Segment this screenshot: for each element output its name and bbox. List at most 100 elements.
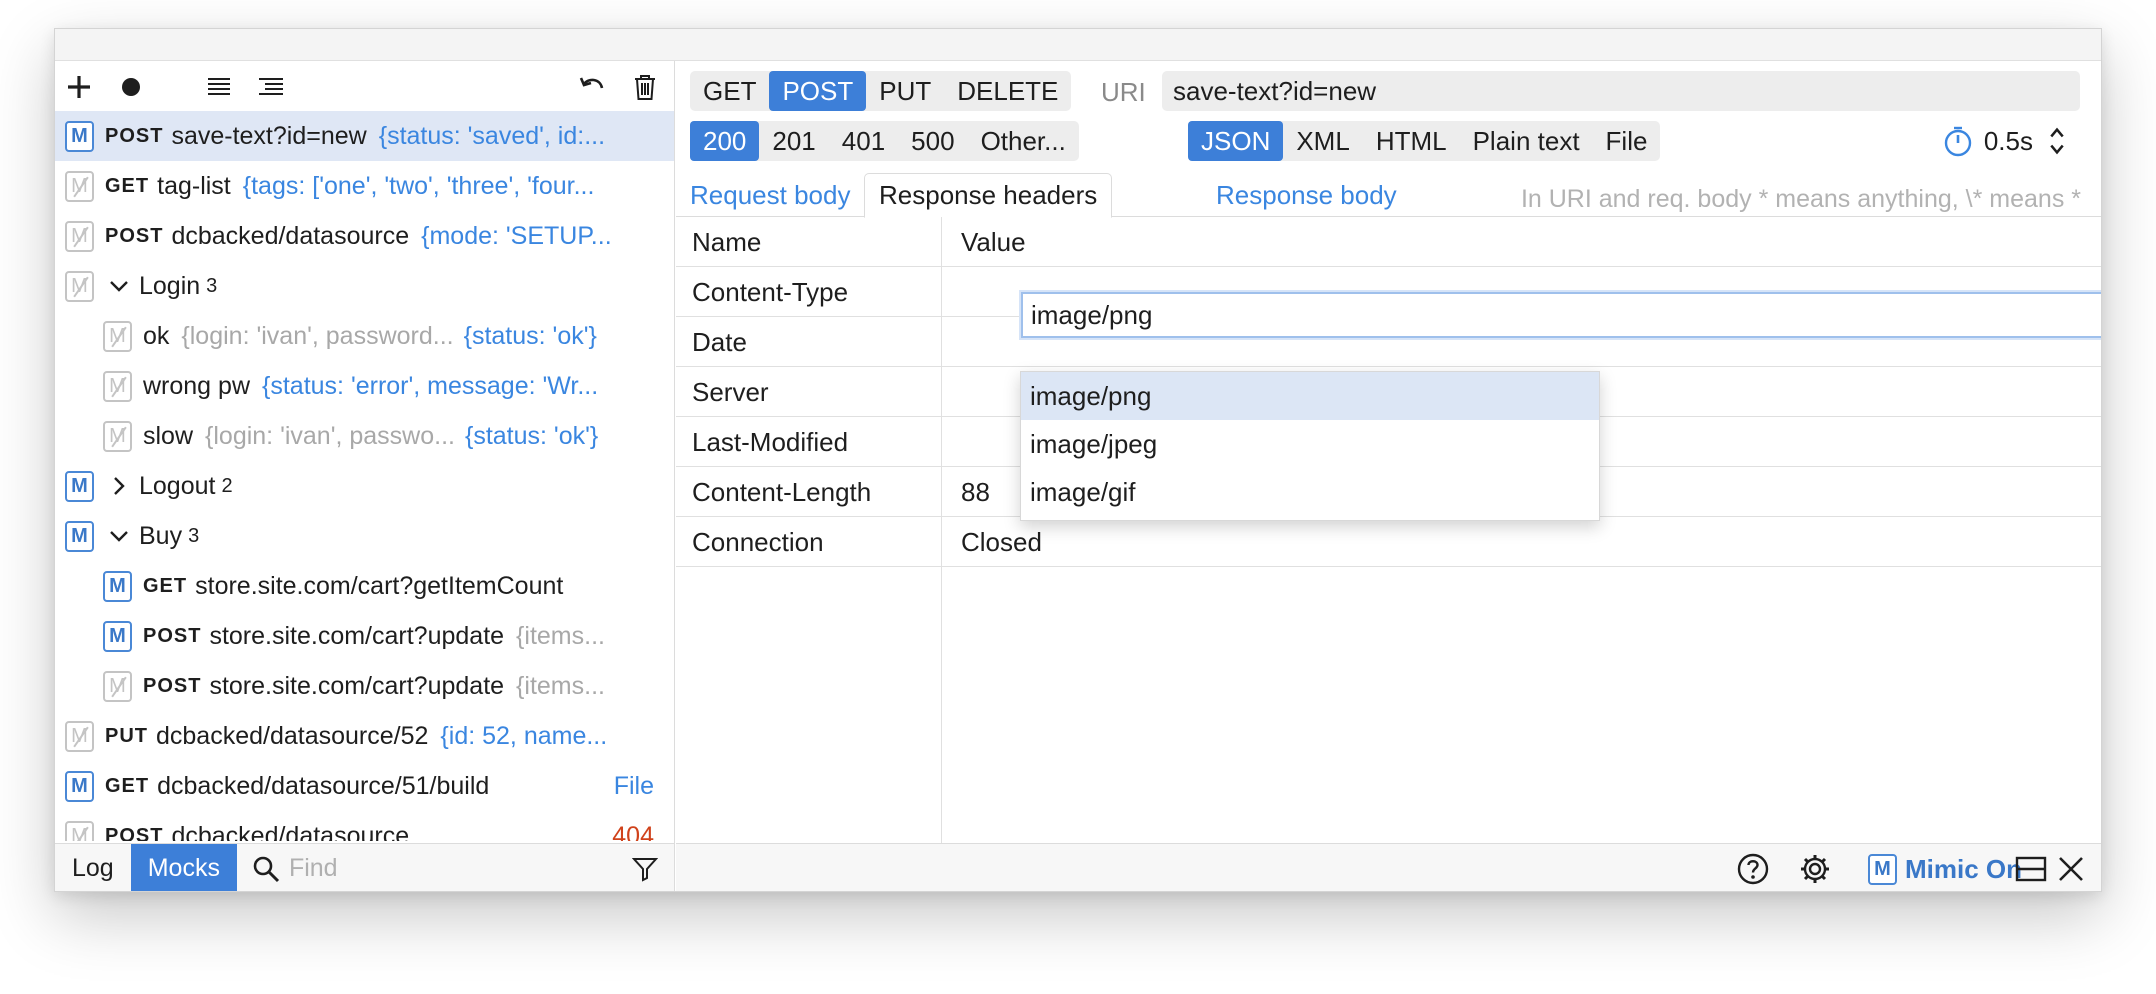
chevron-right-icon[interactable]	[105, 472, 133, 500]
group-row-logout[interactable]: M Logout 2	[55, 461, 674, 511]
uri-input[interactable]	[1162, 71, 2080, 111]
method-put[interactable]: PUT	[866, 71, 944, 111]
group-row-login[interactable]: M Login 3	[55, 261, 674, 311]
group-row-buy[interactable]: M Buy 3	[55, 511, 674, 561]
mock-enabled-badge[interactable]: M	[103, 570, 132, 602]
mock-enabled-badge[interactable]: M	[65, 470, 94, 502]
method-get[interactable]: GET	[690, 71, 769, 111]
status-201[interactable]: 201	[759, 121, 828, 161]
mimic-toggle[interactable]: M Mimic On	[1868, 852, 2022, 886]
method-post[interactable]: POST	[769, 71, 867, 111]
mock-row[interactable]: M GET dcbacked/datasource/51/build File	[55, 761, 674, 811]
mock-row[interactable]: M POST store.site.com/cart?update {items…	[55, 661, 674, 711]
mock-response-preview: {status: 'ok'}	[464, 421, 599, 450]
filter-button[interactable]	[628, 852, 662, 886]
mock-row[interactable]: M GET store.site.com/cart?getItemCount	[55, 561, 674, 611]
mock-row[interactable]: M POST save-text?id=new {status: 'saved'…	[55, 111, 674, 161]
mimic-badge: M	[1868, 853, 1897, 885]
mocks-list: M POST save-text?id=new {status: 'saved'…	[55, 111, 674, 841]
delay-control[interactable]: 0.5s	[1942, 121, 2083, 161]
status-500[interactable]: 500	[898, 121, 967, 161]
header-value-editor[interactable]	[1021, 292, 2101, 338]
mock-enabled-badge[interactable]: M	[65, 770, 94, 802]
mock-disabled-badge[interactable]: M	[65, 270, 94, 302]
mock-status-code: 404	[612, 821, 654, 842]
tab-mocks[interactable]: Mocks	[130, 843, 237, 891]
method-label: GET	[105, 174, 150, 197]
mock-enabled-badge[interactable]: M	[65, 520, 94, 552]
mock-enabled-badge[interactable]: M	[65, 120, 94, 152]
autocomplete-option[interactable]: image/jpeg	[1021, 420, 1599, 468]
header-name[interactable]: Content-Type	[692, 277, 848, 308]
mock-row[interactable]: M slow {login: 'ivan', passwo... {status…	[55, 411, 674, 461]
tab-request-body[interactable]: Request body	[676, 173, 864, 218]
header-value[interactable]: 88	[961, 477, 990, 508]
window-top-strip	[55, 29, 2101, 61]
record-button[interactable]	[111, 67, 151, 107]
format-xml[interactable]: XML	[1283, 121, 1362, 161]
expand-all-button[interactable]	[251, 67, 291, 107]
autocomplete-option[interactable]: image/png	[1021, 372, 1599, 420]
tab-response-headers[interactable]: Response headers	[864, 173, 1113, 218]
mock-disabled-badge[interactable]: M	[65, 170, 94, 202]
mock-name: store.site.com/cart?getItemCount	[195, 571, 564, 600]
mock-row[interactable]: M wrong pw {status: 'error', message: 'W…	[55, 361, 674, 411]
help-button[interactable]	[1736, 852, 1770, 886]
mock-name: dcbacked/datasource/51/build	[157, 771, 490, 800]
tab-response-body[interactable]: Response body	[1202, 173, 1411, 218]
format-json[interactable]: JSON	[1188, 121, 1284, 161]
header-name[interactable]: Content-Length	[692, 477, 871, 508]
header-name[interactable]: Connection	[692, 527, 824, 558]
record-icon	[122, 78, 140, 96]
header-name[interactable]: Last-Modified	[692, 427, 848, 458]
mock-enabled-badge[interactable]: M	[103, 620, 132, 652]
delete-button[interactable]	[625, 67, 665, 107]
status-other[interactable]: Other...	[968, 121, 1079, 161]
tab-log[interactable]: Log	[55, 844, 131, 892]
status-200[interactable]: 200	[690, 121, 760, 161]
method-delete[interactable]: DELETE	[944, 71, 1071, 111]
search-icon	[253, 856, 280, 882]
autocomplete-dropdown: image/png image/jpeg image/gif	[1020, 371, 1600, 521]
mock-row[interactable]: M GET tag-list {tags: ['one', 'two', 'th…	[55, 161, 674, 211]
mock-disabled-badge[interactable]: M	[103, 420, 132, 452]
dock-button[interactable]	[2014, 852, 2048, 886]
method-label: POST	[105, 124, 164, 147]
mock-name: save-text?id=new	[171, 121, 367, 150]
mock-disabled-badge[interactable]: M	[65, 220, 94, 252]
header-name[interactable]: Server	[692, 377, 769, 408]
mock-response-preview: {mode: 'SETUP...	[421, 221, 612, 250]
autocomplete-option[interactable]: image/gif	[1021, 468, 1599, 516]
stepper-icon[interactable]	[2041, 125, 2073, 157]
mock-inactive-badge[interactable]: M	[103, 370, 132, 402]
close-button[interactable]	[2054, 852, 2088, 886]
collapse-all-button[interactable]	[199, 67, 239, 107]
settings-button[interactable]	[1798, 852, 1832, 886]
mock-row[interactable]: M POST store.site.com/cart?update {items…	[55, 611, 674, 661]
undo-icon	[579, 77, 604, 89]
mock-row[interactable]: M PUT dcbacked/datasource/52 {id: 52, na…	[55, 711, 674, 761]
header-value[interactable]: Closed	[961, 527, 1042, 558]
uri-label: URI	[1101, 77, 1146, 107]
method-label: GET	[105, 774, 150, 797]
format-file[interactable]: File	[1593, 121, 1661, 161]
find-input[interactable]	[288, 854, 589, 883]
mock-disabled-badge[interactable]: M	[65, 720, 94, 752]
mock-row[interactable]: M POST dcbacked/datasource 404	[55, 811, 674, 841]
add-mock-button[interactable]	[59, 67, 99, 107]
mock-name: store.site.com/cart?update	[209, 621, 505, 650]
undo-button[interactable]	[573, 67, 613, 107]
format-plain-text[interactable]: Plain text	[1460, 121, 1593, 161]
chevron-down-icon[interactable]	[105, 522, 133, 550]
header-name[interactable]: Date	[692, 327, 747, 358]
mock-disabled-badge[interactable]: M	[103, 670, 132, 702]
chevron-down-icon[interactable]	[105, 272, 133, 300]
mock-disabled-badge[interactable]: M	[65, 820, 94, 841]
mock-response-type: File	[613, 771, 654, 800]
format-html[interactable]: HTML	[1363, 121, 1460, 161]
mock-row[interactable]: M POST dcbacked/datasource {mode: 'SETUP…	[55, 211, 674, 261]
table-row[interactable]: Connection Closed	[676, 517, 2101, 567]
mock-disabled-badge[interactable]: M	[103, 320, 132, 352]
status-401[interactable]: 401	[829, 121, 898, 161]
mock-row[interactable]: M ok {login: 'ivan', password... {status…	[55, 311, 674, 361]
